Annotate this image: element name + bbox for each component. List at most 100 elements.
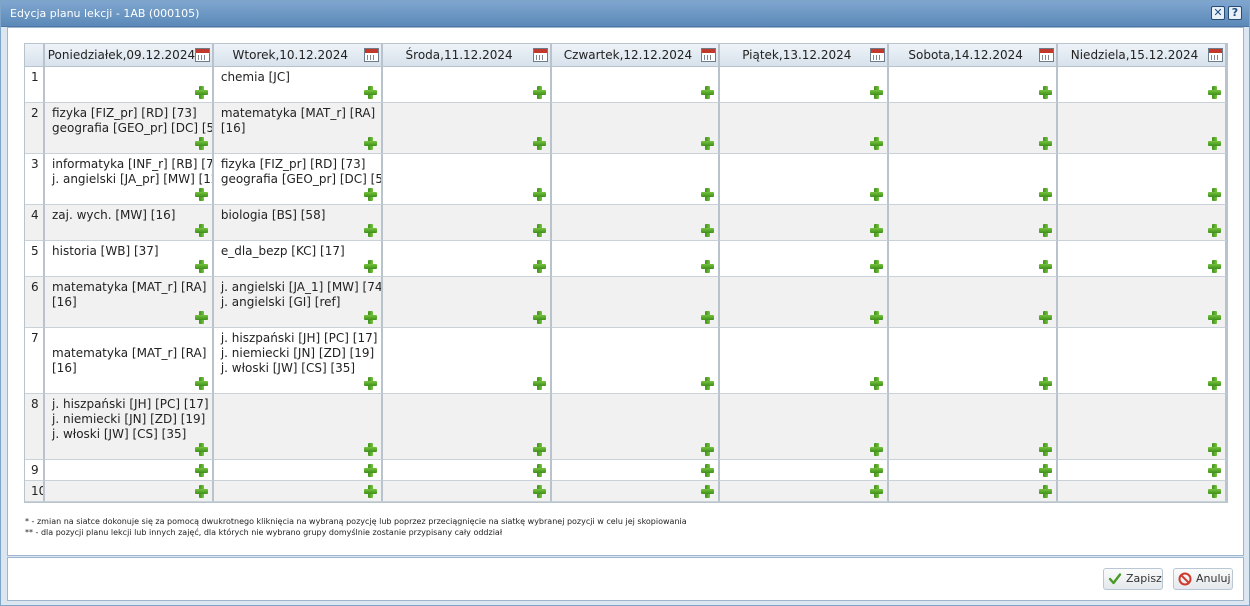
plus-icon[interactable]	[194, 311, 208, 324]
plus-icon[interactable]	[1208, 311, 1221, 324]
plus-icon[interactable]	[870, 188, 884, 201]
plus-icon[interactable]	[363, 224, 377, 237]
plus-icon[interactable]	[870, 224, 884, 237]
timetable-cell[interactable]	[551, 205, 721, 241]
plus-icon[interactable]	[194, 86, 208, 99]
timetable-cell[interactable]	[382, 103, 552, 154]
timetable-cell[interactable]	[720, 328, 890, 394]
plus-icon[interactable]	[1208, 377, 1221, 390]
plus-icon[interactable]	[363, 137, 377, 150]
timetable-cell[interactable]	[551, 460, 721, 481]
calendar-icon[interactable]	[1039, 48, 1055, 62]
plus-icon[interactable]	[701, 311, 715, 324]
timetable-cell[interactable]	[551, 481, 721, 502]
plus-icon[interactable]	[1208, 260, 1221, 273]
timetable-cell[interactable]: fizyka [FIZ_pr] [RD] [73] geografia [GEO_…	[45, 103, 214, 154]
plus-icon[interactable]	[363, 311, 377, 324]
plus-icon[interactable]	[532, 260, 546, 273]
timetable-cell[interactable]	[720, 460, 890, 481]
timetable-cell[interactable]: j. hiszpański [JH] [PC] [17] j. niemiecki…	[45, 394, 214, 460]
calendar-icon[interactable]	[194, 48, 210, 62]
calendar-icon[interactable]	[363, 48, 379, 62]
plus-icon[interactable]	[1039, 224, 1053, 237]
timetable-cell[interactable]	[720, 67, 890, 103]
timetable-cell[interactable]	[720, 394, 890, 460]
plus-icon[interactable]	[1208, 188, 1221, 201]
plus-icon[interactable]	[1208, 137, 1221, 150]
plus-icon[interactable]	[194, 137, 208, 150]
plus-icon[interactable]	[1039, 137, 1053, 150]
plus-icon[interactable]	[1208, 464, 1221, 477]
timetable-cell[interactable]	[889, 241, 1059, 277]
timetable-cell[interactable]	[551, 67, 721, 103]
timetable-cell[interactable]	[889, 481, 1059, 502]
timetable-cell[interactable]	[889, 394, 1059, 460]
timetable-cell[interactable]: historia [WB] [37]	[45, 241, 214, 277]
timetable-cell[interactable]: matematyka [MAT_r] [RA] [16]	[45, 328, 214, 394]
timetable-cell[interactable]: biologia [BS] [58]	[213, 205, 383, 241]
dialog-titlebar[interactable]: Edycja planu lekcji - 1AB (000105) ✕ ?	[1, 1, 1249, 27]
plus-icon[interactable]	[363, 485, 377, 498]
timetable-cell[interactable]: zaj. wych. [MW] [16]	[45, 205, 214, 241]
timetable-cell[interactable]	[1058, 394, 1227, 460]
plus-icon[interactable]	[1039, 377, 1053, 390]
plus-icon[interactable]	[363, 260, 377, 273]
plus-icon[interactable]	[870, 464, 884, 477]
plus-icon[interactable]	[532, 377, 546, 390]
timetable-cell[interactable]	[1058, 67, 1227, 103]
timetable-cell[interactable]	[382, 205, 552, 241]
plus-icon[interactable]	[1039, 311, 1053, 324]
timetable-cell[interactable]	[1058, 460, 1227, 481]
plus-icon[interactable]	[870, 260, 884, 273]
plus-icon[interactable]	[1208, 443, 1221, 456]
plus-icon[interactable]	[1039, 464, 1053, 477]
timetable-cell[interactable]	[1058, 205, 1227, 241]
timetable-cell[interactable]	[720, 241, 890, 277]
timetable-cell[interactable]	[720, 103, 890, 154]
plus-icon[interactable]	[194, 224, 208, 237]
timetable-cell[interactable]	[1058, 328, 1227, 394]
save-button[interactable]: Zapisz	[1103, 568, 1163, 590]
plus-icon[interactable]	[363, 377, 377, 390]
plus-icon[interactable]	[363, 443, 377, 456]
calendar-icon[interactable]	[532, 48, 548, 62]
timetable-cell[interactable]	[382, 481, 552, 502]
plus-icon[interactable]	[1208, 86, 1221, 99]
timetable-cell[interactable]	[45, 67, 214, 103]
plus-icon[interactable]	[194, 260, 208, 273]
plus-icon[interactable]	[701, 377, 715, 390]
timetable-cell[interactable]	[720, 154, 890, 205]
timetable-cell[interactable]: fizyka [FIZ_pr] [RD] [73] geografia [GEO_…	[213, 154, 383, 205]
timetable-cell[interactable]	[720, 277, 890, 328]
timetable-cell[interactable]	[551, 241, 721, 277]
calendar-icon[interactable]	[1208, 48, 1223, 62]
plus-icon[interactable]	[363, 188, 377, 201]
timetable-cell[interactable]	[1058, 154, 1227, 205]
plus-icon[interactable]	[701, 137, 715, 150]
cancel-button[interactable]: Anuluj	[1173, 568, 1233, 590]
plus-icon[interactable]	[1039, 485, 1053, 498]
timetable-cell[interactable]	[720, 205, 890, 241]
plus-icon[interactable]	[701, 224, 715, 237]
plus-icon[interactable]	[701, 485, 715, 498]
timetable-cell[interactable]: j. hiszpański [JH] [PC] [17] j. niemiecki…	[213, 328, 383, 394]
timetable-cell[interactable]: e_dla_bezp [KC] [17]	[213, 241, 383, 277]
timetable-cell[interactable]	[889, 460, 1059, 481]
plus-icon[interactable]	[701, 188, 715, 201]
timetable-cell[interactable]: chemia [JC]	[213, 67, 383, 103]
timetable-cell[interactable]	[213, 481, 383, 502]
timetable-cell[interactable]	[382, 460, 552, 481]
timetable-cell[interactable]	[551, 277, 721, 328]
timetable-cell[interactable]	[889, 277, 1059, 328]
plus-icon[interactable]	[870, 377, 884, 390]
plus-icon[interactable]	[532, 443, 546, 456]
plus-icon[interactable]	[870, 485, 884, 498]
plus-icon[interactable]	[870, 86, 884, 99]
plus-icon[interactable]	[532, 188, 546, 201]
plus-icon[interactable]	[1039, 188, 1053, 201]
plus-icon[interactable]	[363, 86, 377, 99]
timetable-cell[interactable]	[382, 394, 552, 460]
timetable-cell[interactable]	[1058, 481, 1227, 502]
plus-icon[interactable]	[1039, 260, 1053, 273]
plus-icon[interactable]	[1039, 443, 1053, 456]
